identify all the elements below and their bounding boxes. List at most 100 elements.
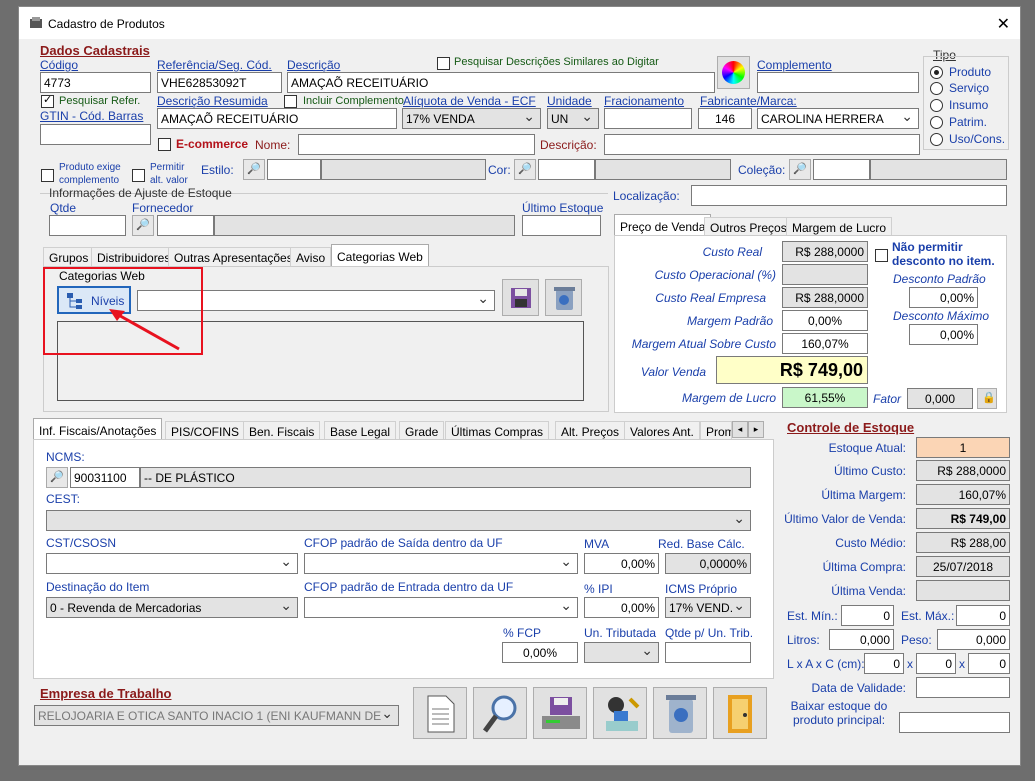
incluir-complemento-checkbox[interactable] [284, 95, 297, 108]
title-bar: Cadastro de Produtos ✕ [19, 7, 1020, 39]
cfop-saida-select[interactable] [304, 553, 578, 574]
lock-button[interactable]: 🔒 [977, 388, 997, 409]
nome-input[interactable] [298, 134, 535, 155]
baixar-input[interactable] [899, 712, 1010, 733]
colecao-code-input[interactable] [813, 159, 870, 180]
close-icon[interactable]: ✕ [997, 14, 1010, 34]
cst-select[interactable] [46, 553, 298, 574]
est-max-input[interactable]: 0 [956, 605, 1010, 626]
destinacao-select[interactable]: 0 - Revenda de Mercadorias [46, 597, 298, 618]
margem-atual-label: Margem Atual Sobre Custo [631, 337, 776, 351]
litros-input[interactable]: 0,000 [829, 629, 894, 650]
valor-venda-label: Valor Venda [640, 365, 706, 379]
cest-select[interactable] [46, 510, 751, 531]
ecommerce-label: E-commerce [176, 137, 249, 151]
ncm-code-input[interactable]: 90031100 [70, 467, 140, 488]
fcp-input[interactable]: 0,00% [502, 642, 578, 663]
color-picker-button[interactable] [717, 56, 750, 89]
validade-label: Data de Validade: [811, 681, 906, 695]
permitir-alt-checkbox[interactable] [132, 169, 145, 182]
search-button[interactable] [473, 687, 527, 739]
validade-input[interactable] [916, 677, 1010, 698]
exit-button[interactable] [713, 687, 767, 739]
cor-code-input[interactable] [538, 159, 595, 180]
colecao-search-icon[interactable]: 🔎 [789, 159, 811, 180]
c-input[interactable]: 0 [968, 653, 1010, 674]
gtin-input[interactable] [40, 124, 151, 145]
tab-outras-apresentacoes[interactable]: Outras Apresentações [168, 247, 299, 268]
fornecedor-search-icon[interactable]: 🔎 [132, 215, 154, 236]
new-button[interactable] [413, 687, 467, 739]
custo-operacional-value [782, 264, 868, 285]
save-button[interactable] [533, 687, 587, 739]
delete-categoria-button[interactable] [545, 279, 582, 316]
aliquota-select[interactable]: 17% VENDA [402, 108, 541, 129]
fabricante-label: Fabricante/Marca: [700, 94, 797, 108]
tab-categorias-web[interactable]: Categorias Web [331, 244, 429, 267]
tipo-radio-uso[interactable] [930, 133, 943, 146]
pesquisar-similares-checkbox[interactable] [437, 57, 450, 70]
unidade-select[interactable]: UN [547, 108, 599, 129]
a-input[interactable]: 0 [916, 653, 956, 674]
x-sep-1: x [907, 657, 913, 671]
codigo-input[interactable]: 4773 [40, 72, 151, 93]
est-min-input[interactable]: 0 [841, 605, 894, 626]
tab-grupos[interactable]: Grupos [43, 247, 95, 268]
desconto-padrao-input[interactable]: 0,00% [909, 287, 978, 308]
fracionamento-input[interactable] [604, 108, 692, 129]
complemento-input[interactable] [757, 72, 919, 93]
estilo-code-input[interactable] [267, 159, 321, 180]
valor-venda-input[interactable]: R$ 749,00 [716, 356, 868, 384]
nao-permitir-checkbox[interactable] [875, 249, 888, 262]
cor-name-input [595, 159, 731, 180]
cor-search-icon[interactable]: 🔎 [514, 159, 536, 180]
peso-input[interactable]: 0,000 [937, 629, 1010, 650]
tipo-radio-patrim[interactable] [930, 116, 943, 129]
ncm-search-icon[interactable]: 🔎 [46, 467, 68, 488]
qtde-input[interactable] [49, 215, 126, 236]
complemento-label: Complemento [757, 58, 832, 72]
produto-exige-checkbox[interactable] [41, 169, 54, 182]
empresa-select[interactable]: RELOJOARIA E OTICA SANTO INACIO 1 (ENI K… [34, 705, 399, 726]
ultimo-estoque-input[interactable] [522, 215, 601, 236]
tab-distribuidores[interactable]: Distribuidores [91, 247, 177, 268]
fabricante-select[interactable]: CAROLINA HERRERA [757, 108, 919, 129]
tools-button[interactable] [593, 687, 647, 739]
descricao-input[interactable]: AMAÇAÕ RECEITUÁRIO [287, 72, 715, 93]
margem-padrao-input[interactable]: 0,00% [782, 310, 868, 331]
desconto-maximo-label: Desconto Máximo [893, 309, 990, 323]
save-categoria-button[interactable] [502, 279, 539, 316]
ipi-input[interactable]: 0,00% [584, 597, 659, 618]
pesquisar-refer-checkbox[interactable]: ✓ [41, 94, 54, 108]
fornecedor-name-input [214, 215, 515, 236]
l-input[interactable]: 0 [864, 653, 904, 674]
descricao-resumida-input[interactable]: AMAÇAÕ RECEITUÁRIO [157, 108, 397, 129]
tab-preco-venda[interactable]: Preço de Venda [614, 214, 712, 237]
cfop-entrada-select[interactable] [304, 597, 578, 618]
ecommerce-checkbox[interactable] [158, 138, 171, 151]
tab-scroll-right-icon[interactable]: ▸ [748, 421, 764, 438]
ecommerce-descricao-input[interactable] [604, 134, 920, 155]
qtde-trib-input[interactable] [665, 642, 751, 663]
tipo-radio-servico[interactable] [930, 82, 943, 95]
delete-button[interactable] [653, 687, 707, 739]
tab-inf-fiscais[interactable]: Inf. Fiscais/Anotações [33, 418, 163, 441]
mva-input[interactable]: 0,00% [584, 553, 659, 574]
fabricante-code-input[interactable]: 146 [698, 108, 752, 129]
empresa-title: Empresa de Trabalho [40, 686, 172, 701]
tipo-radio-insumo[interactable] [930, 99, 943, 112]
fornecedor-code-input[interactable] [157, 215, 214, 236]
margem-lucro-input[interactable]: 61,55% [782, 387, 868, 408]
tipo-radio-produto[interactable] [930, 66, 943, 79]
referencia-input[interactable]: VHE62853092T [157, 72, 282, 93]
tab-aviso[interactable]: Aviso [290, 247, 332, 268]
estilo-search-icon[interactable]: 🔎 [243, 159, 265, 180]
localizacao-input[interactable] [691, 185, 1007, 206]
cfop-saida-label: CFOP padrão de Saída dentro da UF [304, 536, 503, 550]
margem-atual-input[interactable]: 160,07% [782, 333, 868, 354]
tab-scroll-left-icon[interactable]: ◂ [732, 421, 748, 438]
icms-select[interactable]: 17% VEND. [665, 597, 751, 618]
desconto-maximo-input[interactable]: 0,00% [909, 324, 978, 345]
un-trib-select[interactable] [584, 642, 659, 663]
incluir-complemento-label: Incluir Complemento [303, 95, 404, 107]
